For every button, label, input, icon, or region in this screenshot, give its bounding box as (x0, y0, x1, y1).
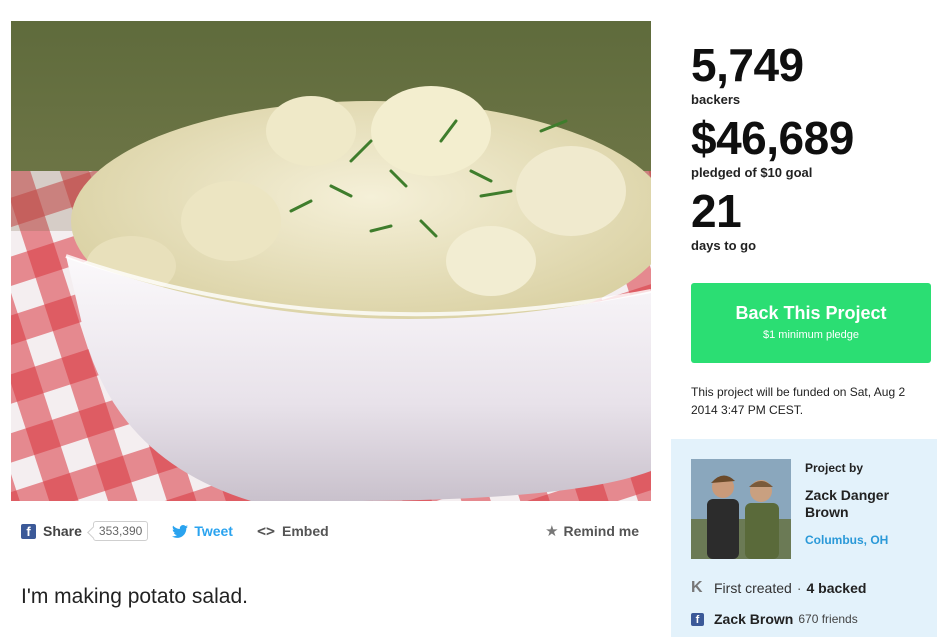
share-bar: f Share 353,390 Tweet <> Embed ★ Remind … (11, 512, 651, 550)
days-label: days to go (691, 238, 757, 253)
kickstarter-k-icon: K (691, 579, 703, 596)
project-hero-image[interactable] (11, 21, 651, 501)
facebook-icon: f (21, 523, 36, 539)
backers-count: 5,749 (691, 39, 804, 91)
back-button-title: Back This Project (735, 303, 887, 323)
star-icon: ★ (545, 523, 559, 540)
tweet-button[interactable]: Tweet (172, 523, 233, 539)
creator-facebook: f Zack Brown 670 friends (691, 611, 858, 627)
creator-location[interactable]: Columbus, OH (805, 533, 888, 547)
tweet-label: Tweet (194, 523, 233, 539)
back-button-subtitle: $1 minimum pledge (763, 329, 859, 341)
potato-salad-photo (11, 21, 651, 501)
embed-button[interactable]: <> Embed (257, 522, 329, 540)
facebook-name[interactable]: Zack Brown (714, 611, 793, 627)
funding-note: This project will be funded on Sat, Aug … (691, 385, 906, 417)
creator-panel: Project by Zack Danger Brown Columbus, O… (671, 439, 937, 637)
creator-avatar[interactable] (691, 459, 791, 559)
code-brackets-icon: <> (256, 522, 276, 540)
backers-label: backers (691, 92, 741, 107)
pledged-label: pledged of $10 goal (691, 165, 813, 180)
facebook-friends: 670 friends (798, 612, 858, 626)
project-blurb: I'm making potato salad. (21, 585, 248, 608)
embed-label: Embed (282, 523, 329, 539)
facebook-icon: f (691, 612, 704, 626)
project-by-label: Project by (805, 461, 864, 475)
remind-me-label: Remind me (563, 523, 639, 539)
back-this-project-button[interactable]: Back This Project $1 minimum pledge (691, 283, 931, 363)
first-created-label: First created (714, 580, 792, 596)
creator-photo (691, 459, 791, 559)
pledged-amount: $46,689 (691, 112, 854, 164)
twitter-bird-icon (172, 524, 189, 538)
facebook-share-label: Share (43, 523, 82, 539)
facebook-share-button[interactable]: f Share 353,390 (21, 521, 149, 541)
share-count-badge: 353,390 (92, 521, 149, 541)
creator-history: K First created · 4 backed (691, 579, 866, 597)
project-stats: 5,749 backers $46,689 pledged of $10 goa… (691, 40, 931, 259)
separator-dot: · (796, 580, 802, 596)
days-count: 21 (691, 185, 742, 237)
remind-me-button[interactable]: ★ Remind me (545, 522, 639, 540)
backed-count[interactable]: 4 backed (806, 580, 866, 596)
creator-name[interactable]: Zack Danger Brown (805, 487, 925, 521)
